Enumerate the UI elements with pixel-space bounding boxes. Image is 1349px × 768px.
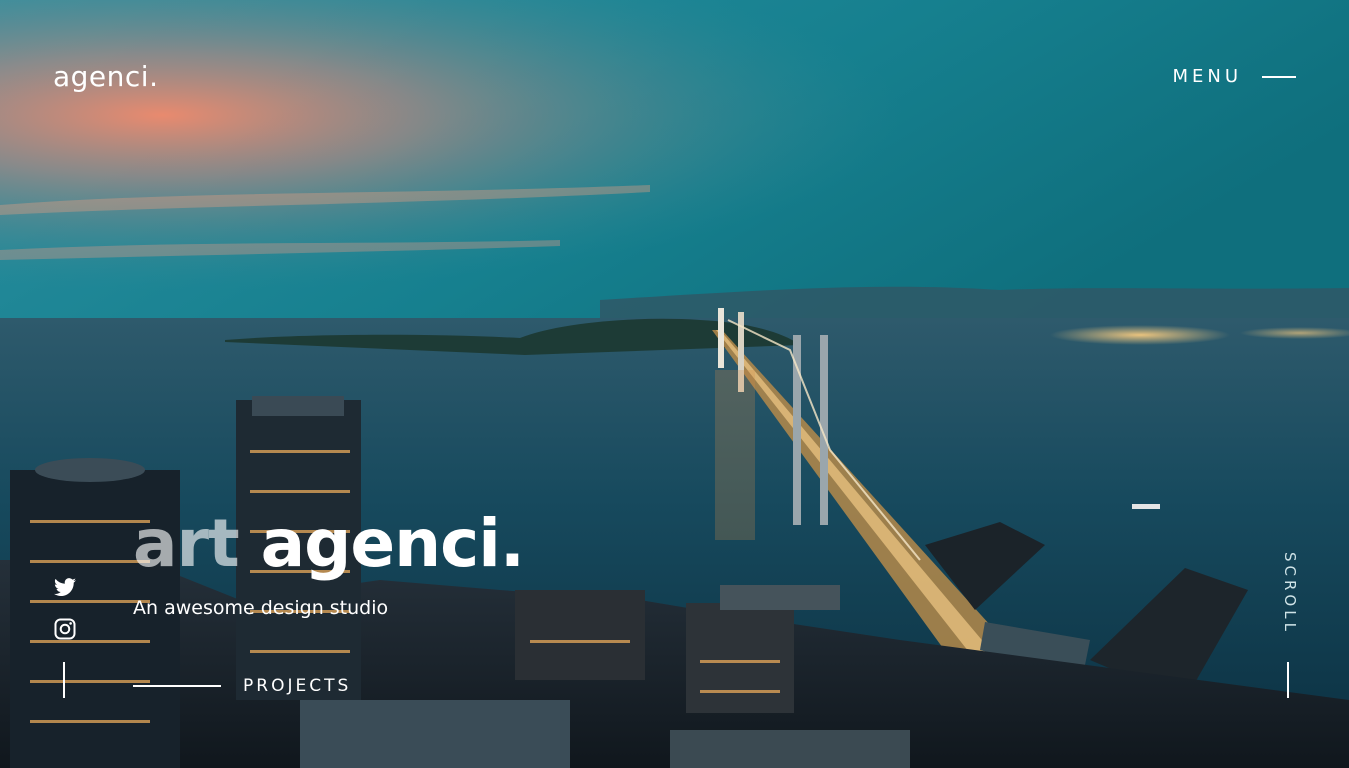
hero-background-photo	[0, 0, 1349, 768]
hero-title: art agenci.	[133, 500, 525, 588]
menu-button[interactable]: MENU	[1172, 66, 1296, 87]
hero-title-part1: art	[133, 505, 240, 582]
twitter-icon[interactable]	[53, 575, 77, 599]
hero-title-part2: agenci.	[260, 505, 525, 582]
logo[interactable]: agenci.	[53, 60, 158, 93]
instagram-icon[interactable]	[53, 617, 77, 641]
hero-subtitle: An awesome design studio	[133, 597, 389, 619]
projects-label: PROJECTS	[243, 676, 352, 696]
menu-label: MENU	[1172, 66, 1242, 87]
projects-link[interactable]: PROJECTS	[133, 676, 351, 696]
menu-line-icon	[1262, 75, 1296, 78]
left-divider-line	[63, 662, 65, 698]
scroll-indicator[interactable]: SCROLL	[1279, 552, 1299, 647]
scroll-line	[1287, 662, 1289, 698]
projects-line-icon	[133, 685, 221, 687]
